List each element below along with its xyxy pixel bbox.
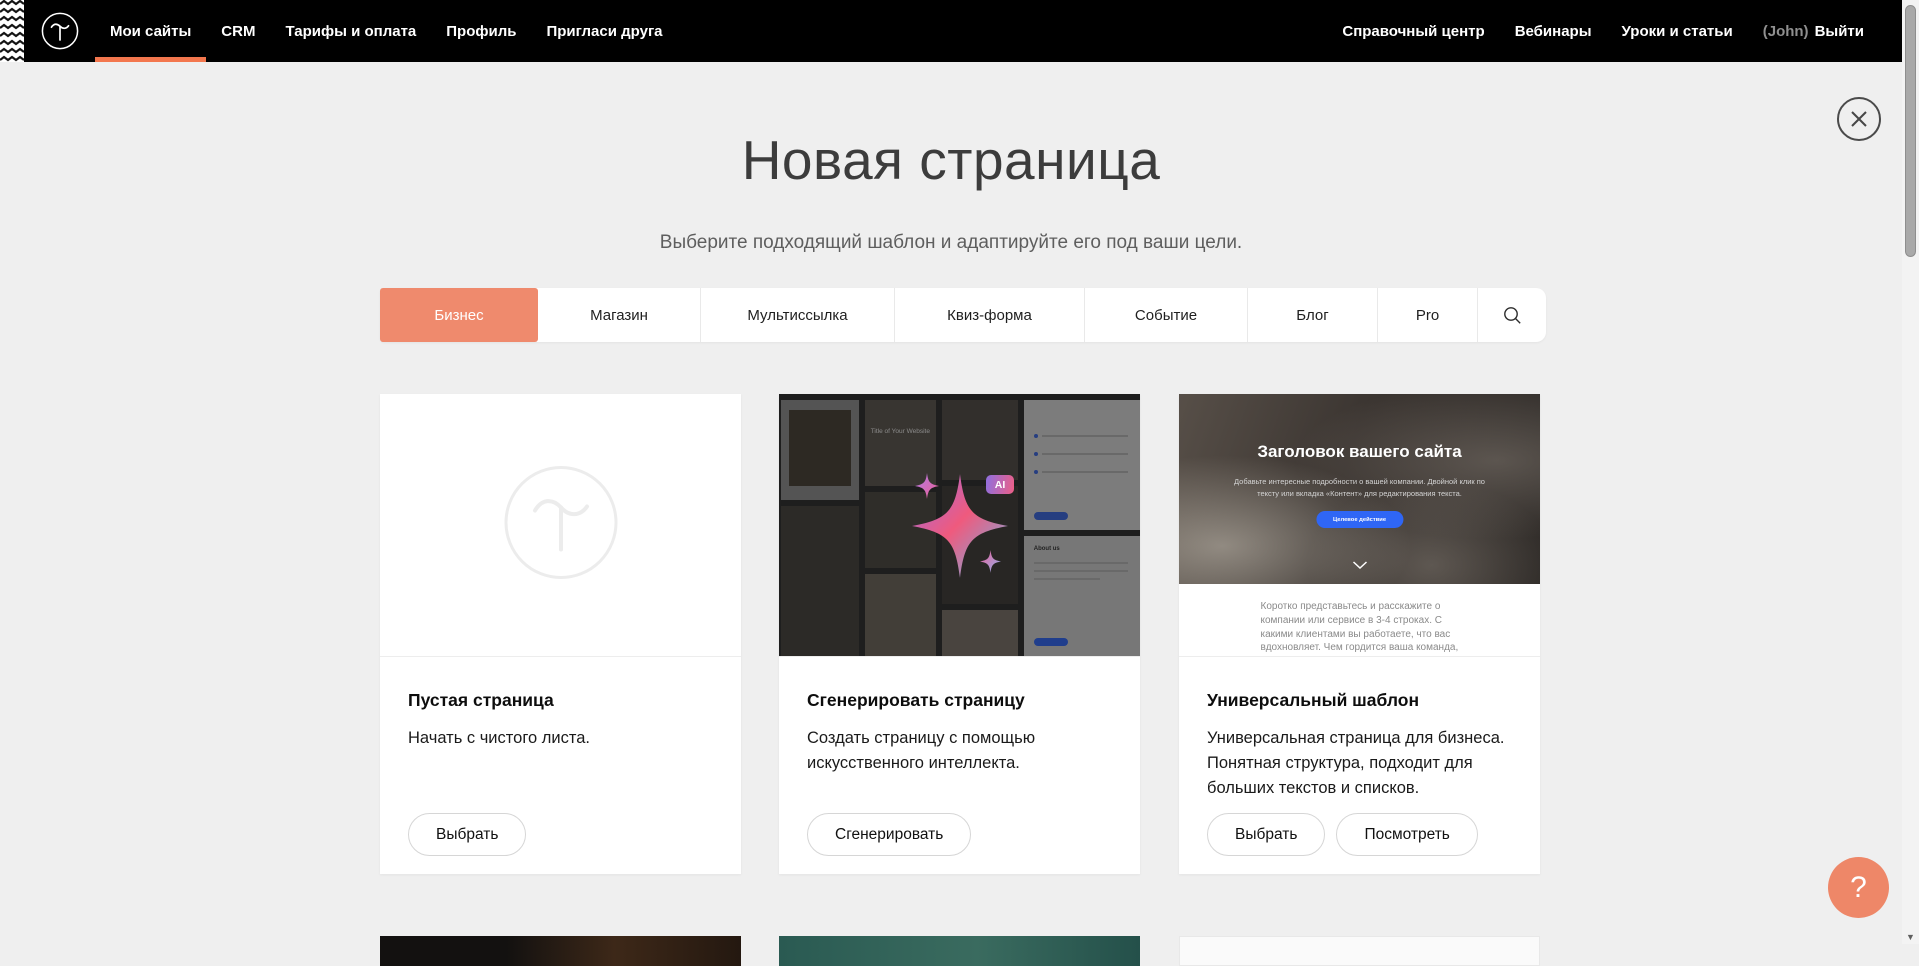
tilda-watermark-icon <box>502 464 620 587</box>
card-actions: Сгенерировать <box>807 813 971 856</box>
nav-webinars[interactable]: Вебинары <box>1500 0 1607 62</box>
card-title: Пустая страница <box>408 690 713 711</box>
card-title: Универсальный шаблон <box>1207 690 1512 711</box>
small-sparkle-icon <box>980 550 1001 578</box>
template-body: Коротко представьтесь и расскажите о ком… <box>1179 584 1540 656</box>
blank-page-preview[interactable] <box>380 394 741 657</box>
next-row-card[interactable] <box>779 936 1140 966</box>
select-button[interactable]: Выбрать <box>1207 813 1325 856</box>
nav-tariffs[interactable]: Тарифы и оплата <box>270 0 431 62</box>
card-info: Сгенерировать страницу Создать страницу … <box>779 657 1140 873</box>
view-button[interactable]: Посмотреть <box>1336 813 1477 856</box>
nav-help-center[interactable]: Справочный центр <box>1327 0 1499 62</box>
template-body-text: Коротко представьтесь и расскажите о ком… <box>1261 600 1459 657</box>
nav-lessons[interactable]: Уроки и статьи <box>1607 0 1748 62</box>
tab-event[interactable]: Событие <box>1085 288 1248 342</box>
tab-multilink[interactable]: Мультиссылка <box>701 288 895 342</box>
template-hero-subtitle: Добавьте интересные подробности о вашей … <box>1234 476 1485 499</box>
card-info: Универсальный шаблон Универсальная стран… <box>1179 657 1540 873</box>
next-row-card[interactable] <box>1179 936 1540 966</box>
card-actions: Выбрать Посмотреть <box>1207 813 1478 856</box>
card-description: Создать страницу с помощью искусственног… <box>807 726 1047 776</box>
search-icon <box>1503 306 1522 325</box>
card-ai-generate[interactable]: Title of Your Website About us <box>779 394 1140 874</box>
card-blank-page[interactable]: Пустая страница Начать с чистого листа. … <box>380 394 741 874</box>
next-row-card[interactable] <box>380 936 741 966</box>
tab-blog[interactable]: Блог <box>1248 288 1378 342</box>
select-button[interactable]: Выбрать <box>408 813 526 856</box>
ai-badge: AI <box>986 475 1014 494</box>
user-name: (John) <box>1763 23 1809 40</box>
scrollbar-thumb[interactable] <box>1905 5 1916 257</box>
vertical-scrollbar[interactable]: ▼ <box>1902 0 1919 944</box>
tab-quiz-form[interactable]: Квиз-форма <box>895 288 1085 342</box>
template-category-tabs: Бизнес Магазин Мультиссылка Квиз-форма С… <box>380 288 1546 342</box>
nav-my-sites[interactable]: Мои сайты <box>95 0 206 62</box>
top-navbar: Мои сайты CRM Тарифы и оплата Профиль Пр… <box>0 0 1919 62</box>
logout-link[interactable]: Выйти <box>1815 23 1864 40</box>
chevron-down-icon <box>1352 556 1367 574</box>
generate-button[interactable]: Сгенерировать <box>807 813 971 856</box>
tab-search[interactable] <box>1478 288 1546 342</box>
card-title: Сгенерировать страницу <box>807 690 1112 711</box>
template-cta-button: Целевое действие <box>1316 511 1403 528</box>
help-button[interactable]: ? <box>1828 857 1889 918</box>
nav-profile[interactable]: Профиль <box>431 0 531 62</box>
card-universal-template[interactable]: Заголовок вашего сайта Добавьте интересн… <box>1179 394 1540 874</box>
tab-pro[interactable]: Pro <box>1378 288 1478 342</box>
close-icon <box>1850 110 1868 128</box>
ai-preview-collage[interactable]: Title of Your Website About us <box>779 394 1140 657</box>
nav-crm[interactable]: CRM <box>206 0 270 62</box>
card-info: Пустая страница Начать с чистого листа. … <box>380 657 741 873</box>
tab-business[interactable]: Бизнес <box>380 288 538 342</box>
universal-template-preview[interactable]: Заголовок вашего сайта Добавьте интересн… <box>1179 394 1540 657</box>
zigzag-pattern <box>0 0 24 62</box>
nav-user-logout[interactable]: (John) Выйти <box>1748 0 1879 62</box>
nav-right-menu: Справочный центр Вебинары Уроки и статьи… <box>1327 0 1879 62</box>
small-sparkle-icon <box>915 473 939 504</box>
tab-shop[interactable]: Магазин <box>538 288 701 342</box>
page-title: Новая страница <box>0 128 1902 192</box>
nav-left-menu: Мои сайты CRM Тарифы и оплата Профиль Пр… <box>95 0 678 62</box>
scrollbar-down-arrow[interactable]: ▼ <box>1902 932 1919 942</box>
card-actions: Выбрать <box>408 813 526 856</box>
page-subtitle: Выберите подходящий шаблон и адаптируйте… <box>0 232 1902 254</box>
card-description: Начать с чистого листа. <box>408 726 713 751</box>
card-description: Универсальная страница для бизнеса. Поня… <box>1207 726 1512 800</box>
nav-invite-friend[interactable]: Пригласи друга <box>531 0 677 62</box>
template-hero: Заголовок вашего сайта Добавьте интересн… <box>1179 394 1540 584</box>
tilda-logo-icon[interactable] <box>41 12 79 50</box>
template-hero-title: Заголовок вашего сайта <box>1179 442 1540 462</box>
